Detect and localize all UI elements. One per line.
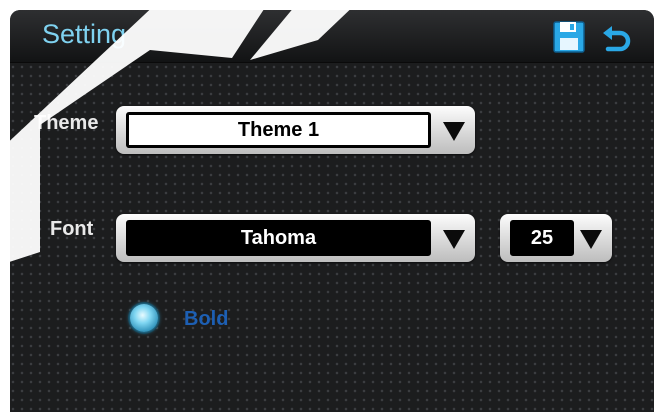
title-bar: Setting: [10, 10, 654, 63]
font-dropdown[interactable]: Tahoma: [116, 214, 475, 262]
settings-screen: Setting Theme Theme 1 Font Tahoma 25 Bol…: [10, 10, 654, 412]
back-icon[interactable]: [600, 20, 634, 54]
page-title: Setting: [42, 19, 127, 49]
font-size-dropdown[interactable]: 25: [500, 214, 612, 262]
font-value: Tahoma: [126, 220, 431, 256]
save-icon[interactable]: [552, 20, 586, 54]
theme-label: Theme: [34, 112, 99, 134]
chevron-down-icon[interactable]: [443, 230, 465, 249]
bold-label[interactable]: Bold: [184, 306, 228, 332]
chevron-down-icon[interactable]: [443, 122, 465, 141]
theme-value: Theme 1: [126, 112, 431, 148]
theme-dropdown[interactable]: Theme 1: [116, 106, 475, 154]
font-label: Font: [50, 218, 94, 240]
bold-radio-button[interactable]: [130, 304, 158, 332]
font-size-value: 25: [510, 220, 574, 256]
chevron-down-icon[interactable]: [580, 230, 602, 249]
